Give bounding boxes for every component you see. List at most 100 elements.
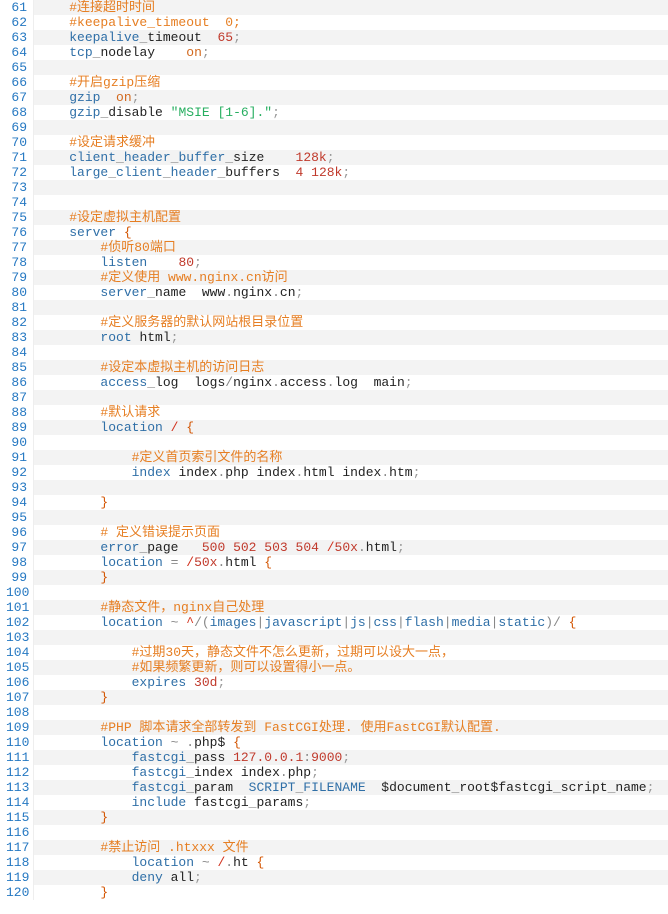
line-number: 111 bbox=[0, 750, 33, 765]
line-number: 117 bbox=[0, 840, 33, 855]
line-number: 98 bbox=[0, 555, 33, 570]
code-line bbox=[34, 435, 668, 450]
code-line: client_header_buffer_size 128k; bbox=[34, 150, 668, 165]
line-number: 110 bbox=[0, 735, 33, 750]
line-number: 114 bbox=[0, 795, 33, 810]
line-number: 70 bbox=[0, 135, 33, 150]
line-number: 108 bbox=[0, 705, 33, 720]
code-line: #静态文件，nginx自己处理 bbox=[34, 600, 668, 615]
code-line: #keepalive_timeout 0; bbox=[34, 15, 668, 30]
line-number: 66 bbox=[0, 75, 33, 90]
code-editor: 6162636465666768697071727374757677787980… bbox=[0, 0, 668, 900]
code-line: location ~ /.ht { bbox=[34, 855, 668, 870]
line-number: 78 bbox=[0, 255, 33, 270]
code-line: #PHP 脚本请求全部转发到 FastCGI处理. 使用FastCGI默认配置. bbox=[34, 720, 668, 735]
line-number: 86 bbox=[0, 375, 33, 390]
line-number: 74 bbox=[0, 195, 33, 210]
line-number: 96 bbox=[0, 525, 33, 540]
line-number: 102 bbox=[0, 615, 33, 630]
code-line: #设定本虚拟主机的访问日志 bbox=[34, 360, 668, 375]
line-number: 75 bbox=[0, 210, 33, 225]
line-number: 100 bbox=[0, 585, 33, 600]
code-line bbox=[34, 120, 668, 135]
code-line: #过期30天，静态文件不怎么更新，过期可以设大一点， bbox=[34, 645, 668, 660]
line-number: 105 bbox=[0, 660, 33, 675]
line-number: 64 bbox=[0, 45, 33, 60]
code-line: #禁止访问 .htxxx 文件 bbox=[34, 840, 668, 855]
line-number: 77 bbox=[0, 240, 33, 255]
code-line: tcp_nodelay on; bbox=[34, 45, 668, 60]
code-line bbox=[34, 195, 668, 210]
line-number: 81 bbox=[0, 300, 33, 315]
line-number: 93 bbox=[0, 480, 33, 495]
line-number: 69 bbox=[0, 120, 33, 135]
line-number: 95 bbox=[0, 510, 33, 525]
code-line: fastcgi_pass 127.0.0.1:9000; bbox=[34, 750, 668, 765]
line-number: 97 bbox=[0, 540, 33, 555]
line-number: 115 bbox=[0, 810, 33, 825]
line-number: 80 bbox=[0, 285, 33, 300]
code-line bbox=[34, 345, 668, 360]
code-line bbox=[34, 390, 668, 405]
code-line: #定义首页索引文件的名称 bbox=[34, 450, 668, 465]
code-line: } bbox=[34, 570, 668, 585]
line-number: 73 bbox=[0, 180, 33, 195]
code-line: root html; bbox=[34, 330, 668, 345]
code-line bbox=[34, 705, 668, 720]
code-line bbox=[34, 510, 668, 525]
code-line: } bbox=[34, 810, 668, 825]
code-line: location = /50x.html { bbox=[34, 555, 668, 570]
code-line bbox=[34, 825, 668, 840]
code-line bbox=[34, 585, 668, 600]
code-line: location ~ ^/(images|javascript|js|css|f… bbox=[34, 615, 668, 630]
code-line: #开启gzip压缩 bbox=[34, 75, 668, 90]
code-line: deny all; bbox=[34, 870, 668, 885]
line-number: 90 bbox=[0, 435, 33, 450]
code-line bbox=[34, 480, 668, 495]
line-number: 83 bbox=[0, 330, 33, 345]
code-line bbox=[34, 180, 668, 195]
line-number: 61 bbox=[0, 0, 33, 15]
code-line: large_client_header_buffers 4 128k; bbox=[34, 165, 668, 180]
line-number: 84 bbox=[0, 345, 33, 360]
code-line: #定义服务器的默认网站根目录位置 bbox=[34, 315, 668, 330]
code-line: #定义使用 www.nginx.cn访问 bbox=[34, 270, 668, 285]
line-number: 91 bbox=[0, 450, 33, 465]
code-line: server_name www.nginx.cn; bbox=[34, 285, 668, 300]
code-line: keepalive_timeout 65; bbox=[34, 30, 668, 45]
code-line: gzip on; bbox=[34, 90, 668, 105]
code-line bbox=[34, 60, 668, 75]
line-number: 63 bbox=[0, 30, 33, 45]
line-number-gutter: 6162636465666768697071727374757677787980… bbox=[0, 0, 34, 900]
code-line: } bbox=[34, 495, 668, 510]
line-number: 103 bbox=[0, 630, 33, 645]
line-number: 107 bbox=[0, 690, 33, 705]
line-number: 67 bbox=[0, 90, 33, 105]
line-number: 87 bbox=[0, 390, 33, 405]
line-number: 119 bbox=[0, 870, 33, 885]
code-line: } bbox=[34, 690, 668, 705]
code-line: gzip_disable "MSIE [1-6]."; bbox=[34, 105, 668, 120]
line-number: 104 bbox=[0, 645, 33, 660]
line-number: 94 bbox=[0, 495, 33, 510]
line-number: 76 bbox=[0, 225, 33, 240]
line-number: 99 bbox=[0, 570, 33, 585]
line-number: 120 bbox=[0, 885, 33, 900]
line-number: 79 bbox=[0, 270, 33, 285]
code-line: access_log logs/nginx.access.log main; bbox=[34, 375, 668, 390]
line-number: 113 bbox=[0, 780, 33, 795]
line-number: 112 bbox=[0, 765, 33, 780]
code-line: index index.php index.html index.htm; bbox=[34, 465, 668, 480]
code-line: fastcgi_index index.php; bbox=[34, 765, 668, 780]
line-number: 106 bbox=[0, 675, 33, 690]
line-number: 109 bbox=[0, 720, 33, 735]
line-number: 89 bbox=[0, 420, 33, 435]
line-number: 71 bbox=[0, 150, 33, 165]
code-line: expires 30d; bbox=[34, 675, 668, 690]
line-number: 82 bbox=[0, 315, 33, 330]
code-line: #侦听80端口 bbox=[34, 240, 668, 255]
code-line: #连接超时时间 bbox=[34, 0, 668, 15]
code-line: fastcgi_param SCRIPT_FILENAME $document_… bbox=[34, 780, 668, 795]
code-line: #如果频繁更新，则可以设置得小一点。 bbox=[34, 660, 668, 675]
code-line: listen 80; bbox=[34, 255, 668, 270]
